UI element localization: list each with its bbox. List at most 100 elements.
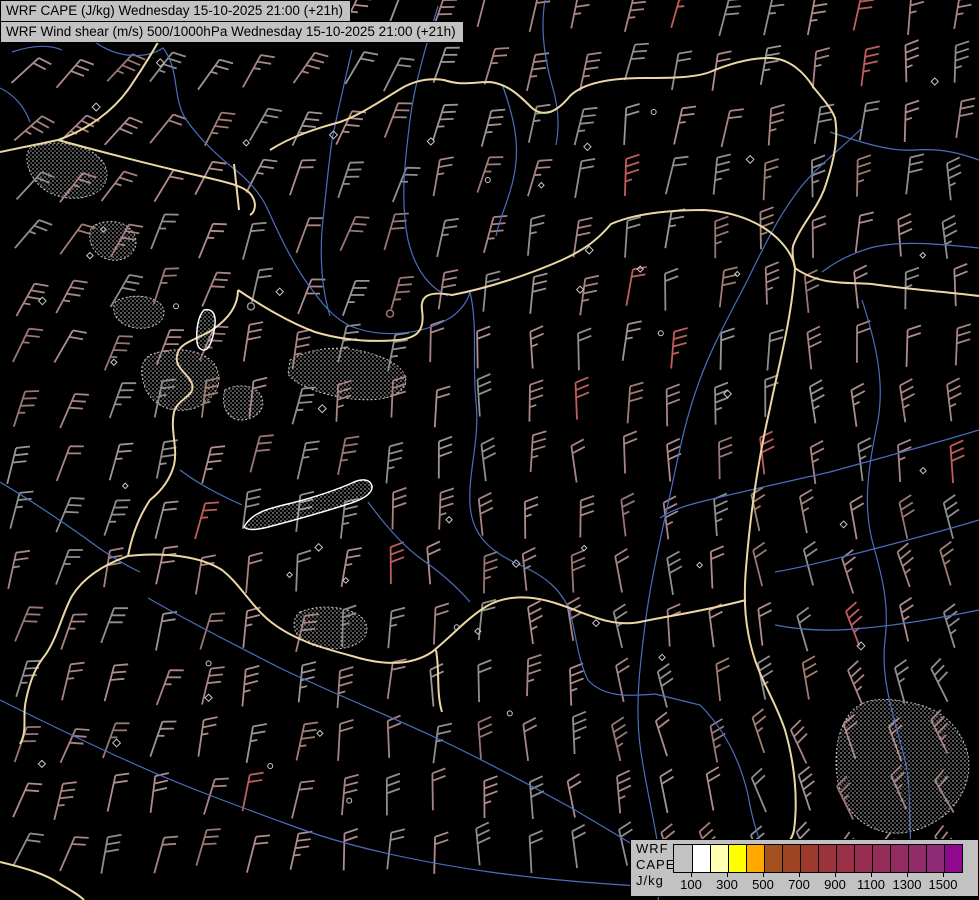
wind-barb	[485, 48, 509, 84]
cape-contour-diamond	[446, 517, 452, 523]
wind-barb	[13, 329, 43, 362]
wind-barb	[572, 550, 586, 592]
legend-color-cell	[836, 845, 854, 872]
wind-barb	[439, 437, 452, 479]
country-borders-layer	[0, 0, 979, 900]
wind-barb	[247, 835, 270, 872]
wind-barb	[764, 159, 779, 200]
cape-contour-diamond	[920, 253, 926, 259]
cape-contour-diamond	[697, 562, 703, 568]
wind-barb	[432, 768, 445, 810]
wind-barb	[955, 41, 970, 82]
wind-barb	[714, 493, 728, 536]
wind-barb	[529, 380, 543, 422]
wind-barb	[808, 0, 829, 35]
wind-barb	[393, 168, 421, 202]
wind-barb	[198, 717, 217, 757]
legend-colorbar	[673, 844, 963, 873]
wind-barb	[196, 829, 220, 866]
legend-color-cell	[674, 845, 692, 872]
wind-barb	[900, 598, 913, 642]
wind-barb	[656, 712, 669, 756]
wind-barb	[617, 771, 631, 814]
wind-barb	[484, 552, 498, 594]
legend-color-cell	[728, 845, 746, 872]
river	[148, 598, 660, 862]
cape-stipple-region	[836, 699, 969, 833]
wind-barb	[813, 216, 826, 258]
wind-barb	[338, 162, 364, 198]
wind-barb	[791, 720, 807, 763]
wind-barb	[391, 277, 414, 309]
wind-barb	[483, 271, 500, 311]
cape-stipple-regions	[27, 143, 969, 833]
wind-barb	[105, 336, 133, 370]
wind-barb	[101, 608, 128, 643]
wind-barb	[530, 274, 547, 314]
cape-contour-diamond	[920, 468, 926, 474]
wind-barb	[530, 776, 544, 819]
wind-barb	[907, 326, 921, 367]
wind-barb	[714, 154, 731, 194]
wind-barb	[943, 216, 957, 259]
wind-barb	[439, 488, 454, 529]
cape-contour-circle	[651, 109, 656, 114]
cape-contour-circle	[507, 711, 512, 716]
cape-contour-diamond	[659, 654, 665, 660]
wind-barb	[484, 216, 508, 253]
wind-barb	[151, 773, 169, 813]
wind-barb	[810, 380, 825, 423]
wind-barb	[202, 446, 225, 483]
wind-barb	[861, 46, 879, 86]
wind-barb	[56, 281, 87, 314]
wind-barb	[528, 215, 545, 255]
wind-barb	[110, 383, 137, 418]
river	[368, 502, 470, 602]
wind-barb	[758, 656, 773, 700]
wind-barb	[905, 40, 918, 82]
cape-contour-diamond	[113, 739, 121, 747]
wind-barb	[198, 60, 233, 90]
wind-barb	[299, 662, 316, 702]
legend-color-cell	[746, 845, 764, 872]
wind-barb	[760, 431, 774, 474]
wind-barb	[427, 542, 440, 585]
wind-barb	[60, 837, 89, 871]
title-line-cape: WRF CAPE (J/kg) Wednesday 15-10-2025 21:…	[0, 0, 351, 22]
wind-barb	[15, 220, 52, 248]
wind-barb	[753, 543, 766, 587]
wind-barb	[202, 273, 231, 307]
wind-barb	[437, 219, 459, 257]
legend-color-cell	[710, 845, 728, 872]
wind-barb	[200, 613, 225, 649]
title-line-windshear: WRF Wind shear (m/s) 500/1000hPa Wednesd…	[0, 21, 464, 43]
wind-barb	[434, 48, 460, 83]
title-bar: WRF CAPE (J/kg) Wednesday 15-10-2025 21:…	[0, 0, 464, 43]
wind-barb	[766, 262, 780, 304]
wind-barb	[571, 0, 592, 28]
wind-barbs-layer	[7, 0, 975, 875]
wind-barb	[529, 105, 551, 143]
wind-barb	[439, 270, 458, 309]
rivers-layer	[0, 0, 979, 900]
wind-barb	[528, 160, 553, 196]
wind-barb	[61, 729, 90, 763]
wind-barb	[575, 159, 595, 198]
wind-barb	[291, 832, 313, 870]
wind-barb	[716, 658, 729, 701]
wind-barb	[621, 493, 634, 536]
wind-barb	[753, 709, 766, 753]
cape-contour-circle	[658, 331, 663, 336]
wind-barb	[956, 98, 975, 137]
cape-stipple-region	[114, 296, 164, 328]
wind-barb	[854, 0, 876, 30]
wind-barb	[712, 51, 731, 90]
legend-color-cell	[872, 845, 890, 872]
wind-barb	[614, 604, 627, 648]
wind-barb	[625, 217, 641, 258]
wind-barb	[623, 321, 642, 361]
wind-barb	[624, 104, 640, 145]
wind-barb	[393, 488, 407, 530]
legend-color-cell	[764, 845, 782, 872]
wind-barb	[13, 783, 42, 817]
